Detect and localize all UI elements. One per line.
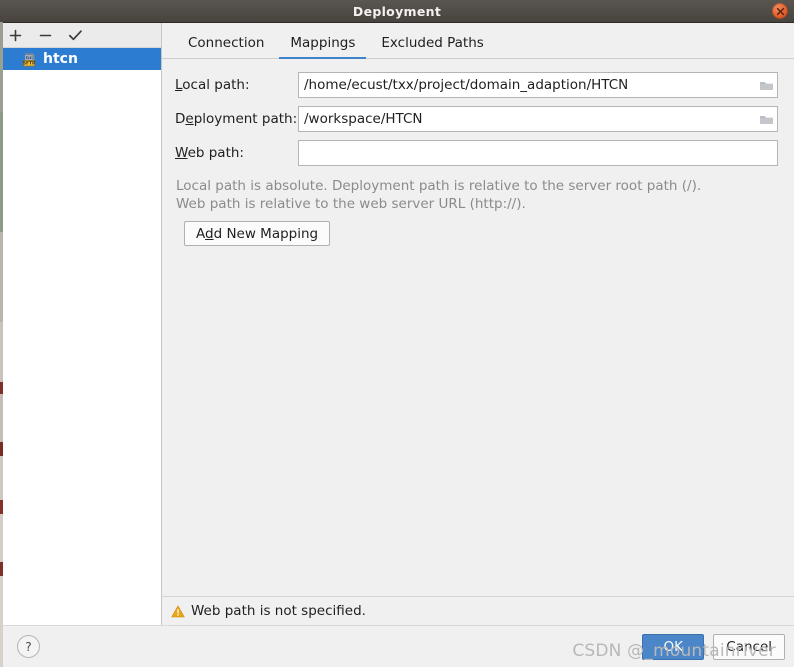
folder-icon [759,115,773,124]
plus-icon [9,29,21,41]
minus-icon [39,34,51,36]
tab-mappings[interactable]: Mappings [277,36,368,59]
deployment-path-mnemonic: e [185,111,194,127]
svg-text:SFTP: SFTP [23,61,36,67]
remove-server-button[interactable] [37,27,53,43]
ok-button[interactable]: OK [642,633,705,660]
status-bar: Web path is not specified. [162,596,794,625]
window-title: Deployment [352,3,442,19]
dialog-body: SFTP htcn Connection Mappings Excluded P… [0,23,794,625]
tab-connection[interactable]: Connection [175,36,277,59]
close-icon [776,7,784,15]
local-path-label-text: ocal path: [182,77,250,93]
deployment-path-browse-button[interactable] [755,108,777,130]
local-path-input-wrap [298,72,778,98]
deployment-path-label: Deployment path: [175,111,298,127]
deployment-path-label-pre: D [175,111,186,127]
warning-icon [171,605,185,617]
deployment-dialog: Deployment SFTP htcn Connection Mappings… [0,0,794,667]
web-path-label: Web path: [175,145,298,161]
question-mark-icon: ? [25,639,32,654]
sidebar-item-htcn[interactable]: SFTP htcn [0,48,161,70]
sftp-server-icon: SFTP [22,51,38,67]
check-icon [68,29,82,40]
add-mapping-pre: A [196,225,205,242]
title-bar: Deployment [0,0,794,23]
sidebar-toolbar [0,23,161,48]
tab-bar: Connection Mappings Excluded Paths [162,23,794,59]
set-default-server-button[interactable] [67,27,83,43]
add-mapping-mnemonic: d [205,225,214,242]
tab-excluded-paths[interactable]: Excluded Paths [368,36,496,59]
cancel-button[interactable]: Cancel [713,633,785,660]
deployment-path-label-text: ployment path: [193,111,298,127]
path-hint-line-1: Local path is absolute. Deployment path … [176,178,702,194]
local-path-row: Local path: [175,72,778,98]
close-button[interactable] [772,3,788,19]
deployment-path-input-wrap [298,106,778,132]
add-new-mapping-button[interactable]: Add New Mapping [184,221,331,246]
path-hint: Local path is absolute. Deployment path … [176,177,778,213]
deployment-path-input[interactable] [299,107,755,131]
main-panel: Connection Mappings Excluded Paths Local… [162,23,794,625]
dialog-footer: ? OK Cancel CSDN @_mountainriver [0,625,794,667]
web-path-label-text: eb path: [187,145,244,161]
web-path-input-wrap [298,140,778,166]
deployment-path-row: Deployment path: [175,106,778,132]
add-mapping-post: d New Mapping [213,225,319,242]
add-server-button[interactable] [7,27,23,43]
server-sidebar: SFTP htcn [0,23,162,625]
help-button[interactable]: ? [17,635,40,658]
local-path-browse-button[interactable] [755,74,777,96]
web-path-input[interactable] [299,141,777,165]
status-message: Web path is not specified. [191,603,366,619]
local-path-label: Local path: [175,77,298,93]
folder-icon [759,81,773,90]
sidebar-item-label: htcn [43,51,78,67]
local-path-input[interactable] [299,73,755,97]
mappings-form: Local path: Deployment path: [162,59,794,596]
web-path-mnemonic: W [175,145,188,161]
path-hint-line-2: Web path is relative to the web server U… [176,196,526,212]
web-path-row: Web path: [175,140,778,166]
server-list[interactable]: SFTP htcn [0,48,161,625]
